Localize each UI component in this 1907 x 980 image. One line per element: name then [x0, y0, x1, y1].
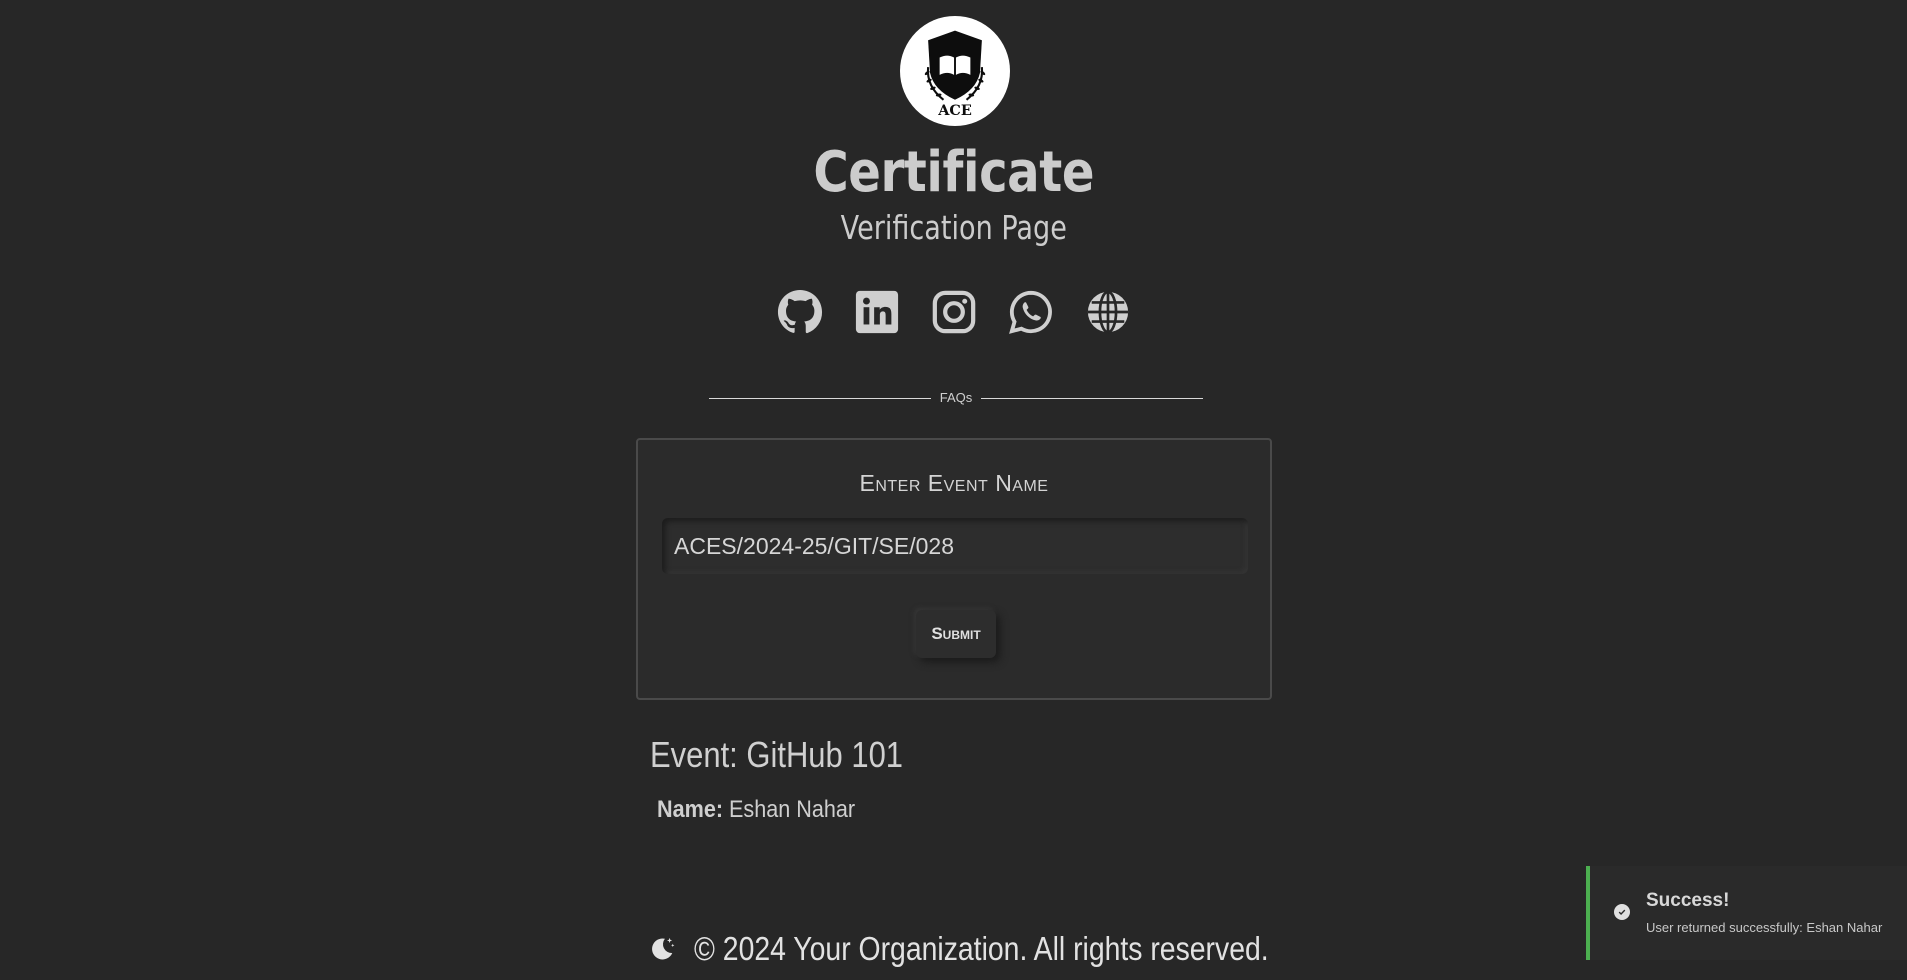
- event-name-label: Enter Event Name: [859, 470, 1049, 496]
- linkedin-icon: [855, 290, 898, 333]
- divider-line-right: [981, 398, 1203, 399]
- verification-page: ACE Certificate Verification Page FAQs E…: [0, 0, 1907, 980]
- instagram-icon: [932, 290, 975, 333]
- whatsapp-icon: [1008, 290, 1052, 334]
- participant-name-row: Name: Eshan Nahar: [657, 796, 855, 824]
- event-result-title: Event: GitHub 101: [650, 734, 903, 776]
- footer: © 2024 Your Organization. All rights res…: [648, 930, 1362, 968]
- website-link[interactable]: [1084, 288, 1131, 335]
- event-form-card: Enter Event Name Submit: [636, 438, 1272, 700]
- divider-line-left: [709, 398, 931, 399]
- moon-stars-icon[interactable]: [648, 935, 676, 963]
- name-label: Name:: [657, 796, 724, 823]
- faq-link[interactable]: FAQs: [931, 388, 981, 408]
- linkedin-link[interactable]: [853, 288, 900, 335]
- copyright-text: © 2024 Your Organization. All rights res…: [694, 930, 1269, 967]
- ace-logo: ACE: [900, 16, 1010, 126]
- shield-book-laurel-icon: ACE: [924, 30, 986, 119]
- name-value: Eshan Nahar: [729, 796, 856, 823]
- globe-icon: [1087, 290, 1128, 333]
- github-link[interactable]: [776, 288, 823, 335]
- page-title: Certificate: [813, 140, 1095, 205]
- page-subtitle: Verification Page: [840, 208, 1067, 247]
- whatsapp-link[interactable]: [1007, 288, 1054, 335]
- github-icon: [777, 289, 822, 333]
- check-circle-icon: [1614, 904, 1630, 920]
- submit-button[interactable]: Submit: [916, 610, 996, 658]
- logo-text: ACE: [937, 102, 972, 119]
- toast-title: Success!: [1646, 890, 1730, 911]
- toast-message: User returned successfully: Eshan Nahar: [1646, 920, 1883, 935]
- event-prefix: Event:: [650, 734, 738, 775]
- faq-divider: FAQs: [709, 388, 1203, 408]
- social-links: [776, 288, 1131, 335]
- event-name-input[interactable]: [662, 518, 1248, 574]
- instagram-link[interactable]: [930, 288, 977, 335]
- event-name-value: GitHub 101: [746, 734, 904, 775]
- success-toast[interactable]: Success! User returned successfully: Esh…: [1586, 866, 1907, 960]
